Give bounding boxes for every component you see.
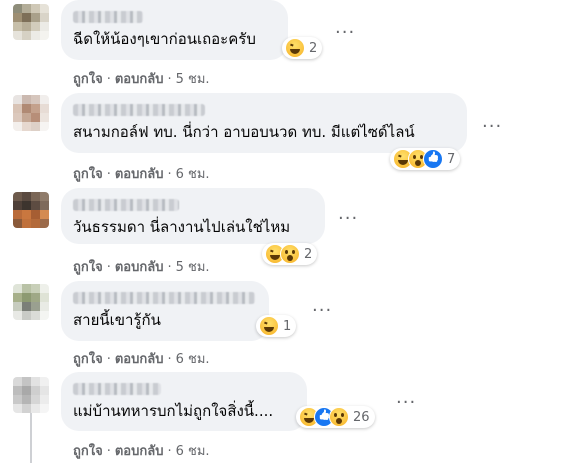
more-options-icon[interactable]: ··· (338, 210, 358, 228)
comment-actions: ถูกใจ · ตอบกลับ · 6 ชม. (73, 440, 210, 461)
avatar[interactable] (13, 377, 49, 413)
separator: · (167, 167, 172, 182)
timestamp[interactable]: 5 ชม. (176, 260, 210, 275)
comment-bubble: ฉีดให้น้องๆเขาก่อนเถอะครับ (61, 0, 288, 60)
separator: · (106, 444, 111, 459)
separator: · (106, 72, 111, 87)
avatar[interactable] (13, 95, 49, 131)
more-options-icon[interactable]: ··· (335, 24, 355, 42)
comment-actions: ถูกใจ · ตอบกลับ · 5 ชม. (73, 256, 210, 277)
comment-actions: ถูกใจ · ตอบกลับ · 6 ชม. (73, 348, 210, 369)
reply-button[interactable]: ตอบกลับ (115, 444, 164, 459)
comment-text: สายนี้เขารู้กัน (73, 311, 161, 329)
comment-text: แม่บ้านทหารบกไม่ถูกใจสิ่งนี้.... (73, 402, 274, 420)
reaction-count: 2 (309, 40, 318, 56)
more-options-icon[interactable]: ··· (312, 302, 332, 320)
reply-button[interactable]: ตอบกลับ (115, 167, 164, 182)
author-name-blurred[interactable] (73, 292, 255, 304)
avatar[interactable] (13, 192, 49, 228)
separator: · (167, 72, 172, 87)
comment-actions: ถูกใจ · ตอบกลับ · 5 ชม. (73, 68, 210, 89)
avatar[interactable] (13, 284, 49, 320)
separator: · (167, 260, 172, 275)
reaction-count: 7 (447, 151, 456, 167)
comment-text: วันธรรมดา นี่ลางานไปเล่นใช่ไหม (73, 218, 291, 236)
like-button[interactable]: ถูกใจ (73, 72, 103, 87)
avatar[interactable] (13, 4, 49, 40)
author-name-blurred[interactable] (73, 104, 205, 116)
reactions-summary[interactable]: 2 (282, 37, 323, 59)
comment-bubble: สายนี้เขารู้กัน (61, 281, 269, 341)
comment-bubble: วันธรรมดา นี่ลางานไปเล่นใช่ไหม (61, 188, 325, 244)
timestamp[interactable]: 6 ชม. (176, 352, 210, 367)
separator: · (106, 352, 111, 367)
timestamp[interactable]: 6 ชม. (176, 444, 210, 459)
comment-actions: ถูกใจ · ตอบกลับ · 6 ชม. (73, 163, 210, 184)
more-options-icon[interactable]: ··· (482, 118, 502, 136)
haha-reaction-icon (259, 316, 279, 336)
reactions-summary[interactable]: 2 (262, 243, 318, 265)
like-button[interactable]: ถูกใจ (73, 444, 103, 459)
wow-reaction-icon (280, 244, 300, 264)
reaction-count: 2 (304, 246, 313, 262)
like-button[interactable]: ถูกใจ (73, 167, 103, 182)
separator: · (167, 352, 172, 367)
comment-bubble: สนามกอล์ฟ ทบ. นี่กว่า อาบอบนวด ทบ. มีแต่… (61, 93, 467, 153)
reactions-summary[interactable]: 26 (296, 406, 375, 428)
haha-reaction-icon (285, 38, 305, 58)
comment-text: สนามกอล์ฟ ทบ. นี่กว่า อาบอบนวด ทบ. มีแต่… (73, 123, 415, 141)
reply-button[interactable]: ตอบกลับ (115, 72, 164, 87)
reactions-summary[interactable]: 7 (390, 148, 461, 170)
reaction-count: 26 (353, 409, 370, 425)
author-name-blurred[interactable] (73, 11, 143, 23)
comment-text: ฉีดให้น้องๆเขาก่อนเถอะครับ (73, 30, 256, 48)
separator: · (106, 260, 111, 275)
like-button[interactable]: ถูกใจ (73, 352, 103, 367)
reaction-count: 1 (283, 318, 292, 334)
reply-button[interactable]: ตอบกลับ (115, 260, 164, 275)
author-name-blurred[interactable] (73, 383, 161, 395)
timestamp[interactable]: 5 ชม. (176, 72, 210, 87)
comment-bubble: แม่บ้านทหารบกไม่ถูกใจสิ่งนี้.... (61, 372, 307, 431)
timestamp[interactable]: 6 ชม. (176, 167, 210, 182)
reactions-summary[interactable]: 1 (256, 315, 297, 337)
separator: · (106, 167, 111, 182)
wow-reaction-icon (329, 407, 349, 427)
like-reaction-icon (423, 149, 443, 169)
more-options-icon[interactable]: ··· (396, 394, 416, 412)
like-button[interactable]: ถูกใจ (73, 260, 103, 275)
reply-button[interactable]: ตอบกลับ (115, 352, 164, 367)
author-name-blurred[interactable] (73, 199, 179, 211)
separator: · (167, 444, 172, 459)
